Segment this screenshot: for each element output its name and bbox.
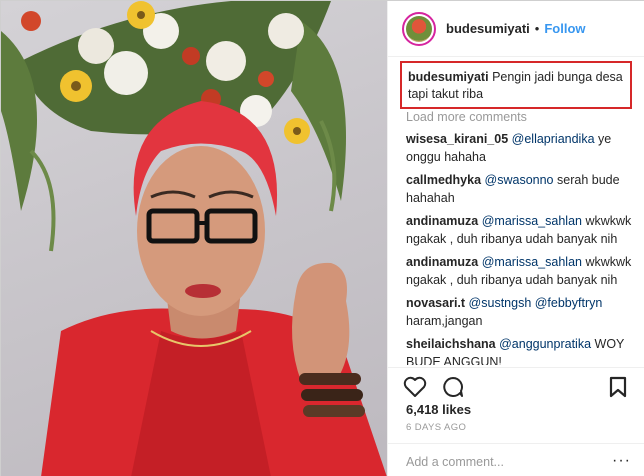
action-bar [388, 367, 644, 405]
comments-list[interactable]: Load more comments wisesa_kirani_05 @ell… [406, 109, 638, 365]
comment-item: novasari.t @sustngsh @febbyftryn haram,j… [406, 295, 638, 330]
comment-username[interactable]: sheilaichshana [406, 337, 496, 351]
comment-item: sheilaichshana @anggunpratika WOY BUDE A… [406, 336, 638, 365]
post-photo[interactable] [1, 1, 387, 476]
likes-count[interactable]: 6,418 likes [406, 402, 471, 417]
more-options-icon[interactable]: ··· [612, 452, 631, 470]
comment-item: callmedhyka @swasonno serah bude hahahah [406, 172, 638, 207]
instagram-post-view: budesumiyati • Follow budesumiyati Pengi… [0, 0, 644, 476]
comment-mention[interactable]: @anggunpratika [499, 337, 591, 351]
load-more-comments-link[interactable]: Load more comments [406, 109, 638, 125]
add-comment-bar: ··· [388, 443, 644, 476]
comment-mention[interactable]: @marissa_sahlan [482, 255, 582, 269]
comment-mention[interactable]: @marissa_sahlan [482, 214, 582, 228]
comment-text: haram,jangan [406, 313, 483, 328]
comment-username[interactable]: andinamuza [406, 214, 478, 228]
bookmark-icon [609, 376, 627, 397]
post-date[interactable]: 6 DAYS AGO [406, 422, 466, 433]
comment-rows: wisesa_kirani_05 @ellapriandika ye onggu… [406, 131, 638, 365]
avatar-image [406, 15, 432, 42]
comment-item: wisesa_kirani_05 @ellapriandika ye onggu… [406, 131, 638, 166]
comment-bubble-icon [443, 376, 463, 397]
comment-item: andinamuza @marissa_sahlan wkwkwk ngakak… [406, 254, 638, 289]
comment-mention[interactable]: @sustngsh @febbyftryn [469, 296, 603, 310]
comment-username[interactable]: andinamuza [406, 255, 478, 269]
comment-item: andinamuza @marissa_sahlan wkwkwk ngakak… [406, 213, 638, 248]
avatar[interactable] [402, 11, 436, 46]
post-side-panel: budesumiyati • Follow budesumiyati Pengi… [387, 1, 644, 476]
follow-button[interactable]: Follow [544, 21, 585, 36]
username-link[interactable]: budesumiyati [446, 21, 530, 36]
add-comment-input[interactable] [406, 455, 606, 469]
comment-username[interactable]: wisesa_kirani_05 [406, 132, 508, 146]
comment-mention[interactable]: @swasonno [485, 173, 554, 187]
caption-username[interactable]: budesumiyati [408, 70, 489, 84]
like-button[interactable] [402, 374, 428, 400]
header-separator: • [534, 21, 540, 36]
heart-icon [403, 376, 427, 397]
comment-mention[interactable]: @ellapriandika [512, 132, 595, 146]
caption-highlight-box: budesumiyati Pengin jadi bunga desa tapi… [400, 61, 632, 109]
post-header: budesumiyati • Follow [388, 1, 644, 57]
photo-illustration [1, 1, 387, 476]
comment-button[interactable] [440, 374, 466, 400]
comment-username[interactable]: novasari.t [406, 296, 465, 310]
comment-username[interactable]: callmedhyka [406, 173, 481, 187]
save-button[interactable] [605, 374, 631, 400]
